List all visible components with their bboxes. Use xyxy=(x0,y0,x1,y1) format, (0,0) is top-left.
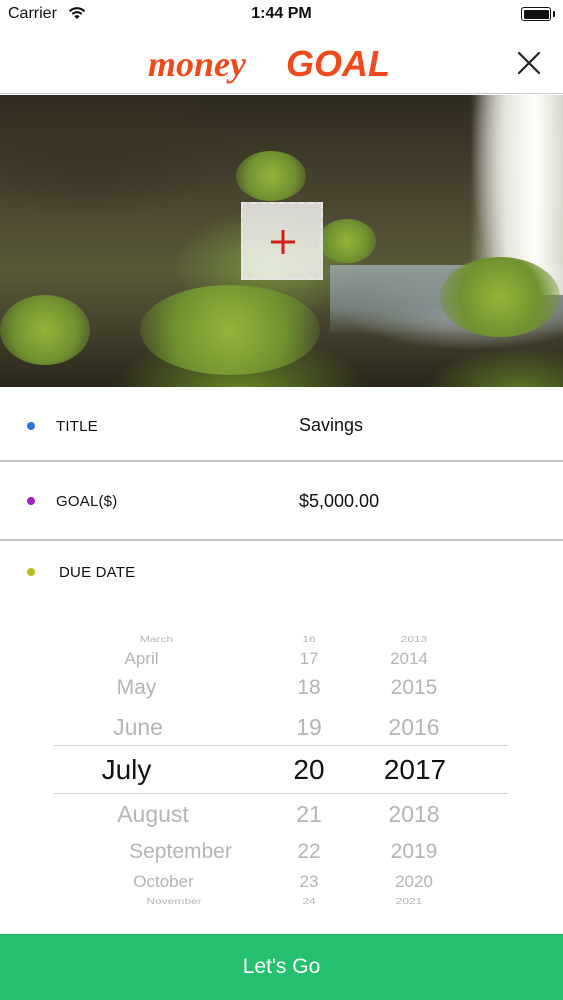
title-field[interactable]: Savings xyxy=(299,415,363,436)
svg-text:money: money xyxy=(148,44,247,84)
app-logo: money GOAL xyxy=(148,43,390,84)
battery-icon xyxy=(521,7,551,21)
picker-day[interactable]: 17 xyxy=(284,649,334,669)
title-row[interactable]: TITLE Savings xyxy=(0,388,563,460)
title-dot xyxy=(27,422,35,430)
lets-go-button[interactable]: Let's Go xyxy=(0,934,563,1000)
goal-label: GOAL($) xyxy=(56,493,118,510)
due-date-row: DUE DATE xyxy=(0,541,563,601)
due-date-label: DUE DATE xyxy=(59,564,136,581)
add-photo-button[interactable] xyxy=(241,202,323,280)
picker-month[interactable]: September xyxy=(84,840,277,864)
app-header: money GOAL xyxy=(0,30,563,94)
picker-day[interactable]: 24 xyxy=(284,896,334,906)
picker-selection-line xyxy=(54,745,508,746)
close-icon[interactable] xyxy=(515,49,543,77)
date-picker[interactable]: March April May June July August Septemb… xyxy=(54,620,508,912)
goal-field[interactable]: $5,000.00 xyxy=(299,491,379,512)
picker-month[interactable]: May xyxy=(84,676,189,700)
cover-plant xyxy=(0,295,90,365)
picker-day-selected[interactable]: 20 xyxy=(284,754,334,786)
picker-year[interactable]: 2021 xyxy=(374,896,444,906)
plus-icon xyxy=(271,230,295,254)
picker-month[interactable]: August xyxy=(84,801,222,827)
cover-plant xyxy=(236,151,306,201)
picker-year[interactable]: 2020 xyxy=(374,872,454,892)
picker-month-selected[interactable]: July xyxy=(84,754,169,786)
status-bar: Carrier 1:44 PM xyxy=(0,0,563,30)
picker-day[interactable]: 18 xyxy=(284,676,334,700)
battery-tip xyxy=(552,11,555,17)
cover-plant xyxy=(318,219,376,263)
title-label: TITLE xyxy=(56,418,98,435)
cover-plant xyxy=(440,257,560,337)
goal-row[interactable]: GOAL($) $5,000.00 xyxy=(0,462,563,539)
picker-year[interactable]: 2019 xyxy=(374,840,454,864)
picker-month[interactable]: June xyxy=(84,714,192,740)
picker-day[interactable]: 23 xyxy=(284,872,334,892)
picker-day[interactable]: 21 xyxy=(284,801,334,827)
svg-text:GOAL: GOAL xyxy=(286,43,390,84)
picker-month[interactable]: March xyxy=(84,634,229,644)
picker-year[interactable]: 2018 xyxy=(374,801,454,827)
picker-day[interactable]: 22 xyxy=(284,840,334,864)
status-time: 1:44 PM xyxy=(251,5,312,22)
cover-plant xyxy=(140,285,320,375)
picker-month[interactable]: April xyxy=(84,649,199,669)
picker-year[interactable]: 2016 xyxy=(374,714,454,740)
picker-day[interactable]: 19 xyxy=(284,714,334,740)
picker-year[interactable]: 2013 xyxy=(374,634,454,644)
picker-day[interactable]: 16 xyxy=(284,634,334,644)
picker-selection-line xyxy=(54,793,508,794)
picker-year[interactable]: 2015 xyxy=(374,676,454,700)
picker-year-selected[interactable]: 2017 xyxy=(374,754,456,786)
picker-month[interactable]: November xyxy=(84,896,264,906)
picker-year[interactable]: 2014 xyxy=(374,649,444,669)
goal-dot xyxy=(27,497,35,505)
due-date-dot xyxy=(27,568,35,576)
picker-month[interactable]: October xyxy=(84,872,243,892)
